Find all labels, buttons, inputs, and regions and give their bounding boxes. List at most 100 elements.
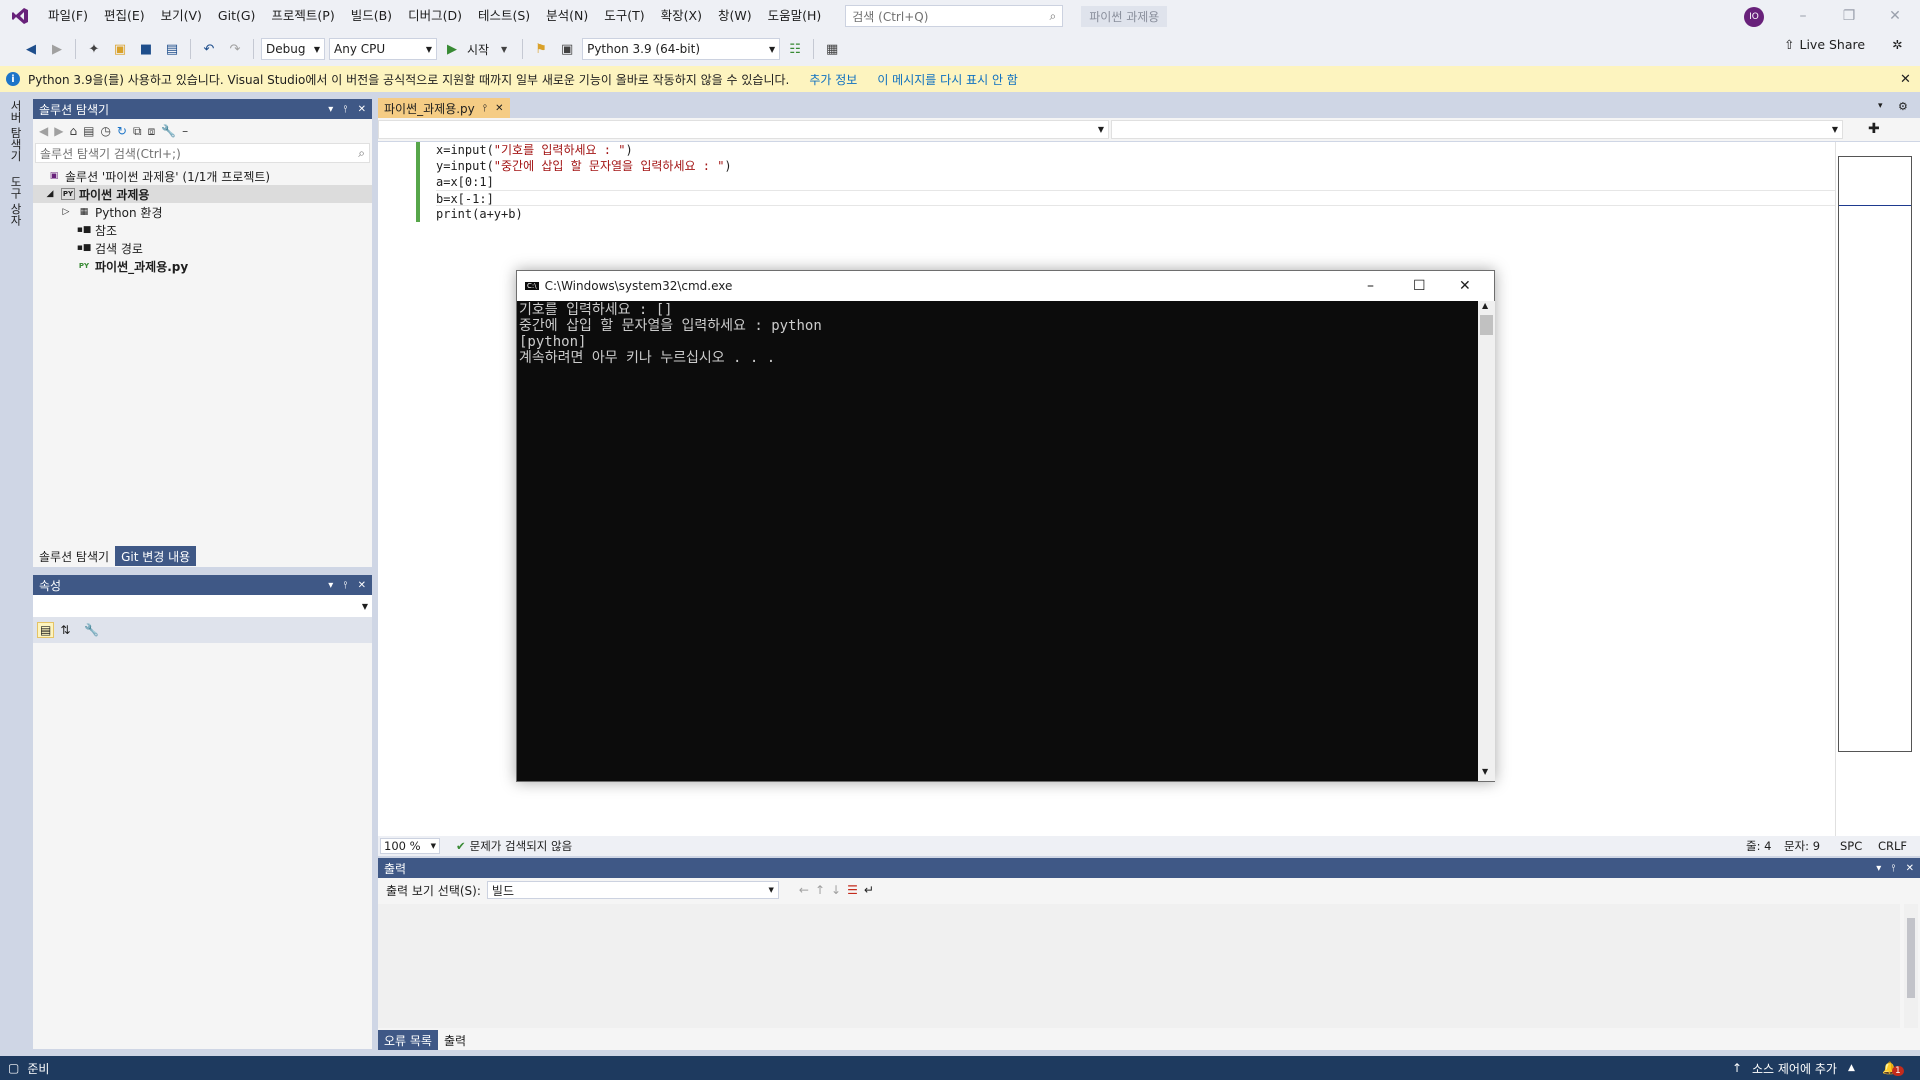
scroll-down-icon[interactable]: ▼: [1482, 767, 1488, 776]
home-icon[interactable]: ⌂: [69, 124, 77, 138]
maximize-button[interactable]: ☐: [1413, 278, 1426, 294]
line-ending-indicator[interactable]: CRLF: [1878, 839, 1907, 853]
save-icon[interactable]: ■: [135, 38, 157, 60]
undo-icon[interactable]: ↶: [198, 38, 220, 60]
open-folder-icon[interactable]: ▣: [109, 38, 131, 60]
configuration-select[interactable]: Debug ▼: [261, 38, 325, 60]
pin-icon[interactable]: ⫯: [343, 580, 347, 591]
window-layout-icon[interactable]: ▦: [821, 38, 843, 60]
feedback-icon[interactable]: ✲: [1892, 37, 1902, 52]
output-source-select[interactable]: 빌드 ▼: [486, 881, 779, 899]
tab-solution-explorer[interactable]: 솔루션 탐색기: [33, 546, 116, 566]
previous-message-icon[interactable]: ↑: [815, 883, 825, 897]
menu-analyze[interactable]: 분석(N): [538, 0, 596, 32]
screenshot-icon[interactable]: ▣: [556, 38, 578, 60]
alphabetical-icon[interactable]: ⇅: [60, 623, 70, 637]
show-all-files-icon[interactable]: ⧈: [148, 124, 156, 139]
chevron-down-icon[interactable]: ▾: [328, 580, 333, 591]
chevron-down-icon[interactable]: ▾: [1876, 863, 1881, 874]
menu-tools[interactable]: 도구(T): [596, 0, 652, 32]
save-all-icon[interactable]: ▤: [161, 38, 183, 60]
tree-item-solution[interactable]: ▣ 솔루션 '파이썬 과제용' (1/1개 프로젝트): [33, 167, 372, 185]
scope-select[interactable]: ▼: [378, 120, 1109, 139]
cmd-console-output[interactable]: 기호를 입력하세요 : [] 중간에 삽입 할 문자열을 입력하세요 : pyt…: [517, 301, 1478, 781]
minus-icon[interactable]: –: [182, 124, 188, 138]
scrollbar-thumb[interactable]: [1907, 918, 1915, 998]
pin-icon[interactable]: ⫯: [483, 103, 487, 114]
solution-search-input[interactable]: 솔루션 탐색기 검색(Ctrl+;) ⌕: [35, 143, 370, 163]
user-avatar[interactable]: IO: [1744, 7, 1764, 27]
tab-python-file[interactable]: 파이썬_과제용.py ⫯ ✕: [378, 98, 510, 118]
start-play-icon[interactable]: ▶: [441, 38, 463, 60]
close-window-button[interactable]: ✕: [1459, 278, 1471, 294]
close-window-button[interactable]: ✕: [1872, 0, 1918, 32]
categorized-icon[interactable]: ▤: [37, 622, 55, 638]
chevron-down-icon[interactable]: ▾: [1878, 101, 1883, 111]
collapse-all-icon[interactable]: ⧉: [133, 124, 142, 139]
menu-project[interactable]: 프로젝트(P): [263, 0, 342, 32]
folder-flag-icon[interactable]: ⚑: [530, 38, 552, 60]
zoom-select[interactable]: 100 % ▼: [380, 838, 440, 854]
restore-button[interactable]: ❐: [1826, 0, 1872, 32]
split-editor-icon[interactable]: ✚: [1868, 121, 1880, 137]
server-explorer-tab[interactable]: 서버 탐색기: [8, 100, 24, 161]
switch-views-icon[interactable]: ▤: [83, 124, 94, 138]
word-wrap-icon[interactable]: ↵: [864, 883, 874, 897]
close-icon[interactable]: ✕: [495, 103, 503, 114]
back-icon[interactable]: ◀: [20, 38, 42, 60]
close-icon[interactable]: ✕: [1906, 863, 1914, 874]
tree-item-references[interactable]: ▪■ 참조: [33, 221, 372, 239]
forward-icon[interactable]: ▶: [46, 38, 68, 60]
dismiss-message-link[interactable]: 이 메시지를 다시 표시 안 함: [877, 71, 1018, 88]
menu-edit[interactable]: 편집(E): [96, 0, 153, 32]
search-input[interactable]: 검색 (Ctrl+Q) ⌕: [845, 5, 1064, 27]
clear-all-icon[interactable]: ☰: [847, 883, 858, 897]
tree-item-search-paths[interactable]: ▪■ 검색 경로: [33, 239, 372, 257]
find-message-icon[interactable]: ←: [799, 883, 809, 897]
new-project-icon[interactable]: ✦: [83, 38, 105, 60]
chevron-down-icon[interactable]: ▼: [493, 38, 515, 60]
add-to-source-control[interactable]: 소스 제어에 추가: [1752, 1060, 1837, 1077]
minimize-button[interactable]: –: [1367, 278, 1374, 294]
tab-output[interactable]: 출력: [437, 1030, 473, 1050]
chevron-down-icon[interactable]: ▾: [328, 104, 333, 115]
cmd-title-bar[interactable]: C:\ C:\Windows\system32\cmd.exe – ☐ ✕: [517, 271, 1494, 301]
member-select[interactable]: ▼: [1111, 120, 1843, 139]
menu-file[interactable]: 파일(F): [40, 0, 96, 32]
python-environment-select[interactable]: Python 3.9 (64-bit) ▼: [582, 38, 781, 60]
properties-object-select[interactable]: ▼: [33, 595, 372, 617]
menu-view[interactable]: 보기(V): [153, 0, 210, 32]
menu-help[interactable]: 도움말(H): [760, 0, 830, 32]
platform-select[interactable]: Any CPU ▼: [329, 38, 437, 60]
back-icon[interactable]: ◀: [39, 124, 48, 138]
cmd-scrollbar[interactable]: ▲ ▼: [1478, 301, 1495, 781]
properties-wrench-icon[interactable]: 🔧: [161, 124, 176, 138]
settings-gear-icon[interactable]: ⚙: [1898, 100, 1908, 113]
tree-item-project[interactable]: ◢ PY 파이썬 과제용: [33, 185, 372, 203]
menu-window[interactable]: 창(W): [710, 0, 760, 32]
column-indicator[interactable]: 문자: 9: [1784, 838, 1820, 854]
issues-status[interactable]: 문제가 검색되지 않음: [470, 838, 573, 854]
scroll-up-icon[interactable]: ▲: [1482, 301, 1488, 310]
minimize-button[interactable]: –: [1780, 0, 1826, 32]
toolbox-tab[interactable]: 도구 상자: [8, 176, 24, 226]
menu-git[interactable]: Git(G): [210, 0, 264, 32]
property-pages-wrench-icon[interactable]: 🔧: [84, 623, 99, 637]
package-icon[interactable]: ☷: [784, 38, 806, 60]
output-scrollbar[interactable]: [1904, 904, 1918, 1028]
line-indicator[interactable]: 줄: 4: [1746, 838, 1771, 854]
close-icon[interactable]: ✕: [358, 104, 366, 115]
pending-changes-icon[interactable]: ◷: [100, 124, 110, 138]
forward-icon[interactable]: ▶: [54, 124, 63, 138]
tab-error-list[interactable]: 오류 목록: [378, 1030, 438, 1050]
tree-item-python-file[interactable]: PY 파이썬_과제용.py: [33, 257, 372, 275]
menu-debug[interactable]: 디버그(D): [400, 0, 470, 32]
menu-extensions[interactable]: 확장(X): [653, 0, 710, 32]
tab-git-changes[interactable]: Git 변경 내용: [115, 546, 197, 566]
code-minimap[interactable]: [1835, 142, 1920, 836]
output-text-area[interactable]: [378, 904, 1900, 1028]
menu-test[interactable]: 테스트(S): [470, 0, 538, 32]
sync-icon[interactable]: ↻: [117, 124, 127, 138]
scrollbar-thumb[interactable]: [1480, 315, 1493, 335]
more-info-link[interactable]: 추가 정보: [809, 71, 857, 88]
